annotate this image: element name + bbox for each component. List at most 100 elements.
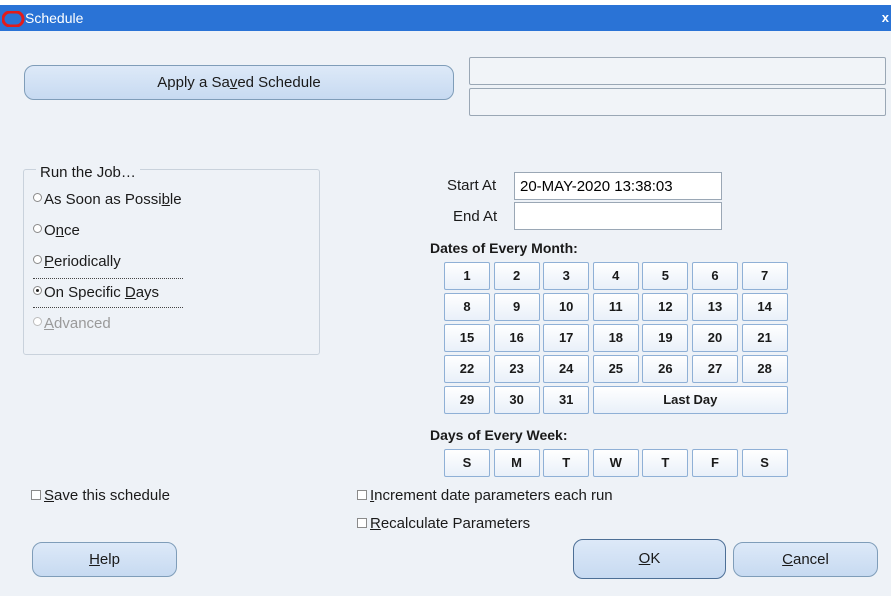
radio-dot-icon bbox=[33, 224, 42, 233]
weekday-cell[interactable]: T bbox=[642, 449, 689, 477]
radio-label-mnemonic: P bbox=[44, 253, 55, 270]
weekday-cell[interactable]: F bbox=[692, 449, 738, 477]
date-cell[interactable]: 3 bbox=[543, 262, 590, 290]
weekday-cell[interactable]: S bbox=[741, 449, 788, 477]
close-icon[interactable]: x bbox=[882, 10, 889, 25]
focus-outline-bottom bbox=[33, 307, 183, 308]
date-cell[interactable]: 14 bbox=[741, 293, 788, 321]
date-cell[interactable]: 9 bbox=[493, 293, 540, 321]
radio-label-post: eriodically bbox=[54, 253, 121, 270]
button-label-post: elp bbox=[99, 551, 120, 568]
radio-dot-icon bbox=[33, 193, 42, 202]
date-cell[interactable]: 29 bbox=[444, 386, 490, 414]
radio-label-mnemonic: n bbox=[55, 222, 65, 239]
date-cell[interactable]: 31 bbox=[543, 386, 590, 414]
save-schedule-checkbox[interactable]: Save this schedule bbox=[31, 487, 170, 504]
date-cell[interactable]: 13 bbox=[692, 293, 738, 321]
radio-label-pre: On Specific bbox=[44, 284, 125, 301]
cancel-button[interactable]: Cancel bbox=[733, 542, 878, 577]
radio-label-pre: O bbox=[44, 222, 56, 239]
check-label-post: ncrement date parameters each run bbox=[374, 487, 613, 504]
date-cell[interactable]: 1 bbox=[444, 262, 490, 290]
date-cell[interactable]: 22 bbox=[444, 355, 490, 383]
date-cell[interactable]: 12 bbox=[642, 293, 689, 321]
date-cell[interactable]: 6 bbox=[692, 262, 738, 290]
radio-label-post: le bbox=[169, 191, 182, 208]
date-cell[interactable]: 28 bbox=[741, 355, 788, 383]
radio-label-post: dvanced bbox=[54, 315, 111, 332]
days-of-week-heading: Days of Every Week: bbox=[430, 427, 568, 443]
check-label-mnemonic: S bbox=[44, 487, 55, 504]
date-cell[interactable]: 27 bbox=[692, 355, 738, 383]
radio-label-mnemonic: A bbox=[44, 315, 55, 332]
radio-dot-selected-icon bbox=[33, 286, 42, 295]
radio-label-post: ays bbox=[135, 284, 160, 301]
apply-saved-schedule-label-post: ed Schedule bbox=[237, 74, 321, 91]
run-the-job-legend: Run the Job… bbox=[36, 164, 140, 181]
date-cell[interactable]: 20 bbox=[692, 324, 738, 352]
dates-of-month-heading: Dates of Every Month: bbox=[430, 240, 578, 256]
date-cell[interactable]: 23 bbox=[493, 355, 540, 383]
recalculate-parameters-checkbox[interactable]: Recalculate Parameters bbox=[357, 515, 530, 532]
end-at-label: End At bbox=[453, 208, 498, 225]
radio-label-mnemonic: D bbox=[124, 284, 136, 301]
button-label-mnemonic: C bbox=[782, 551, 793, 568]
radio-dot-icon bbox=[33, 317, 42, 326]
weekday-cell[interactable]: M bbox=[493, 449, 540, 477]
radio-dot-icon bbox=[33, 255, 42, 264]
button-label-mnemonic: O bbox=[638, 550, 651, 567]
checkbox-icon bbox=[31, 490, 41, 500]
apply-saved-schedule-label-pre: Apply a Sa bbox=[157, 74, 230, 91]
date-cell[interactable]: 21 bbox=[741, 324, 788, 352]
date-cell[interactable]: 11 bbox=[592, 293, 639, 321]
weekday-cell[interactable]: S bbox=[444, 449, 490, 477]
date-cell[interactable]: 19 bbox=[642, 324, 689, 352]
radio-periodically[interactable]: Periodically bbox=[33, 253, 121, 275]
button-label-post: ancel bbox=[792, 551, 829, 568]
radio-on-specific-days[interactable]: On Specific Days bbox=[33, 284, 159, 306]
ok-button[interactable]: OK bbox=[573, 539, 726, 579]
date-cell[interactable]: 10 bbox=[543, 293, 590, 321]
weekday-cell[interactable]: T bbox=[543, 449, 590, 477]
date-cell[interactable]: 2 bbox=[493, 262, 540, 290]
date-cell[interactable]: 7 bbox=[741, 262, 788, 290]
weekday-cell[interactable]: W bbox=[592, 449, 639, 477]
last-day-cell[interactable]: Last Day bbox=[592, 386, 788, 414]
check-label-post: ave this schedule bbox=[54, 487, 170, 504]
title-bar: Schedule x bbox=[0, 5, 891, 31]
date-cell[interactable]: 17 bbox=[543, 324, 590, 352]
check-label-mnemonic: R bbox=[370, 515, 381, 532]
radio-as-soon-as-possible[interactable]: As Soon as Possible bbox=[33, 191, 182, 213]
button-label-post: K bbox=[650, 550, 661, 567]
increment-dates-checkbox[interactable]: Increment date parameters each run bbox=[357, 487, 613, 504]
radio-label-mnemonic: b bbox=[161, 191, 170, 208]
schedule-dialog: Apply a Saved Schedule Run the Job… As S… bbox=[0, 31, 891, 596]
checkbox-icon bbox=[357, 518, 367, 528]
date-cell[interactable]: 4 bbox=[592, 262, 639, 290]
apply-saved-schedule-button[interactable]: Apply a Saved Schedule bbox=[24, 65, 454, 100]
help-button[interactable]: Help bbox=[32, 542, 177, 577]
radio-advanced: Advanced bbox=[33, 315, 111, 337]
end-at-input[interactable] bbox=[514, 202, 722, 230]
saved-schedule-description-field bbox=[469, 88, 886, 116]
checkbox-icon bbox=[357, 490, 367, 500]
date-cell[interactable]: 30 bbox=[493, 386, 540, 414]
date-cell[interactable]: 16 bbox=[493, 324, 540, 352]
start-at-input[interactable] bbox=[514, 172, 722, 200]
date-cell[interactable]: 25 bbox=[592, 355, 639, 383]
window-title: Schedule bbox=[25, 10, 84, 26]
radio-label-post: ce bbox=[64, 222, 80, 239]
check-label-post: ecalculate Parameters bbox=[380, 515, 531, 532]
date-cell[interactable]: 26 bbox=[642, 355, 689, 383]
focus-outline-top bbox=[33, 278, 183, 279]
date-cell[interactable]: 8 bbox=[444, 293, 490, 321]
date-cell[interactable]: 24 bbox=[543, 355, 590, 383]
saved-schedule-name-field bbox=[469, 57, 886, 85]
radio-label-pre: As Soon as Possi bbox=[44, 191, 162, 208]
radio-once[interactable]: Once bbox=[33, 222, 80, 244]
button-label-mnemonic: H bbox=[89, 551, 100, 568]
date-cell[interactable]: 15 bbox=[444, 324, 490, 352]
date-cell[interactable]: 18 bbox=[592, 324, 639, 352]
date-cell[interactable]: 5 bbox=[642, 262, 689, 290]
start-at-label: Start At bbox=[447, 177, 497, 194]
